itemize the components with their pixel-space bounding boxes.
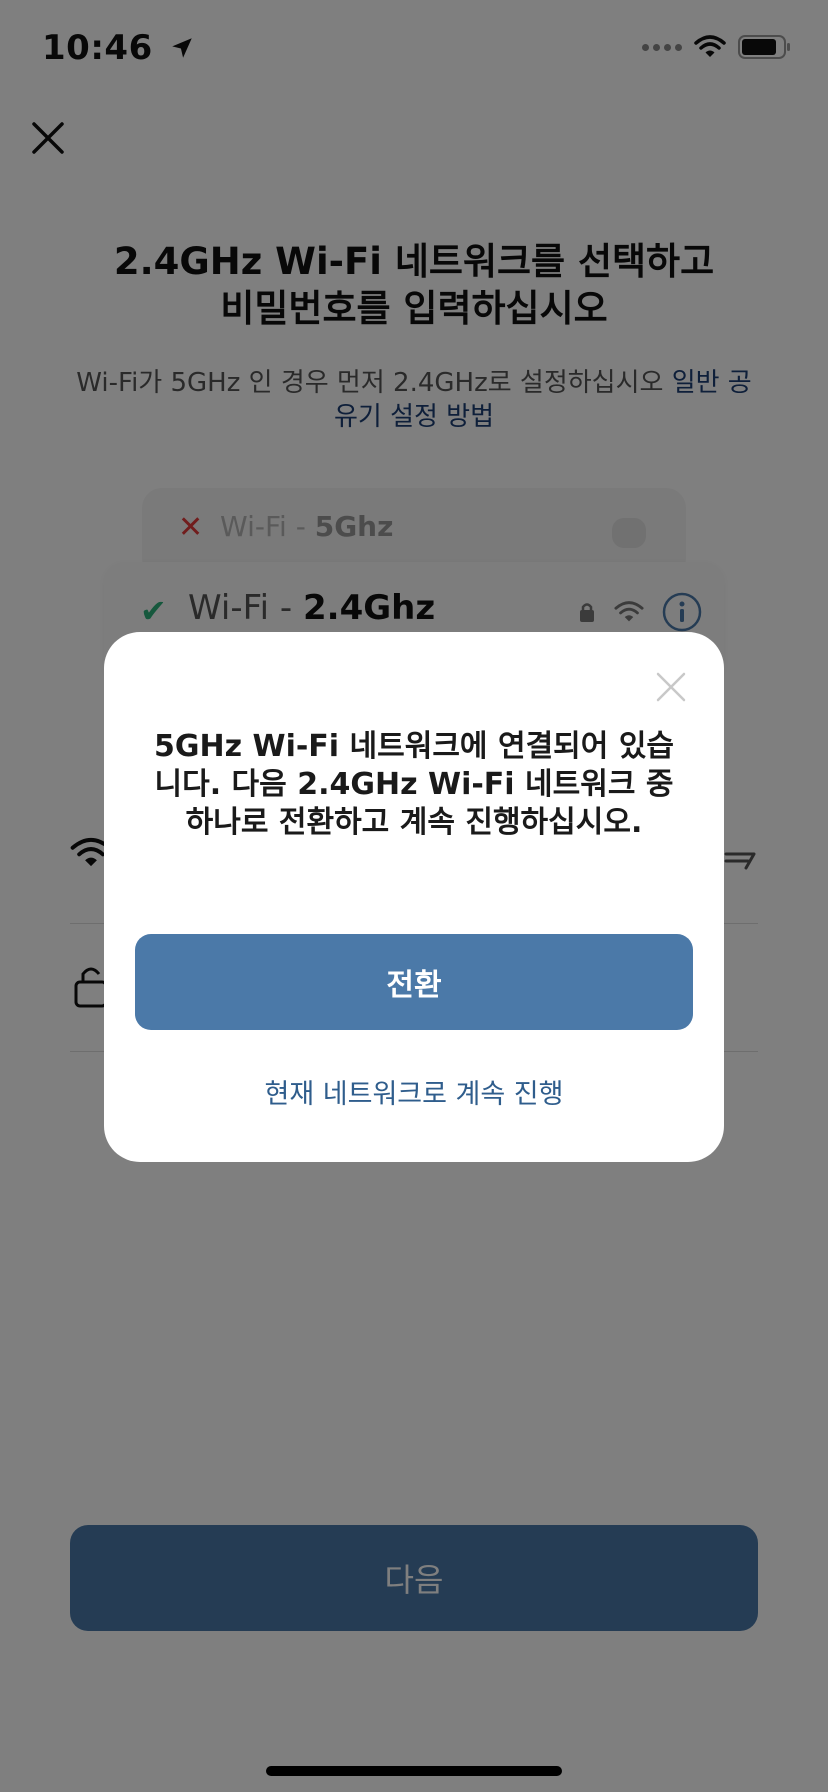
dialog-close-icon[interactable] — [654, 670, 688, 704]
dialog-message: 5GHz Wi-Fi 네트워크에 연결되어 있습니다. 다음 2.4GHz Wi… — [153, 729, 675, 840]
switch-network-button[interactable]: 전환 — [135, 934, 693, 1030]
home-indicator — [266, 1766, 562, 1776]
continue-current-network-link[interactable]: 현재 네트워크로 계속 진행 — [104, 1072, 724, 1111]
network-switch-dialog: 5GHz Wi-Fi 네트워크에 연결되어 있습니다. 다음 2.4GHz Wi… — [104, 632, 724, 1162]
